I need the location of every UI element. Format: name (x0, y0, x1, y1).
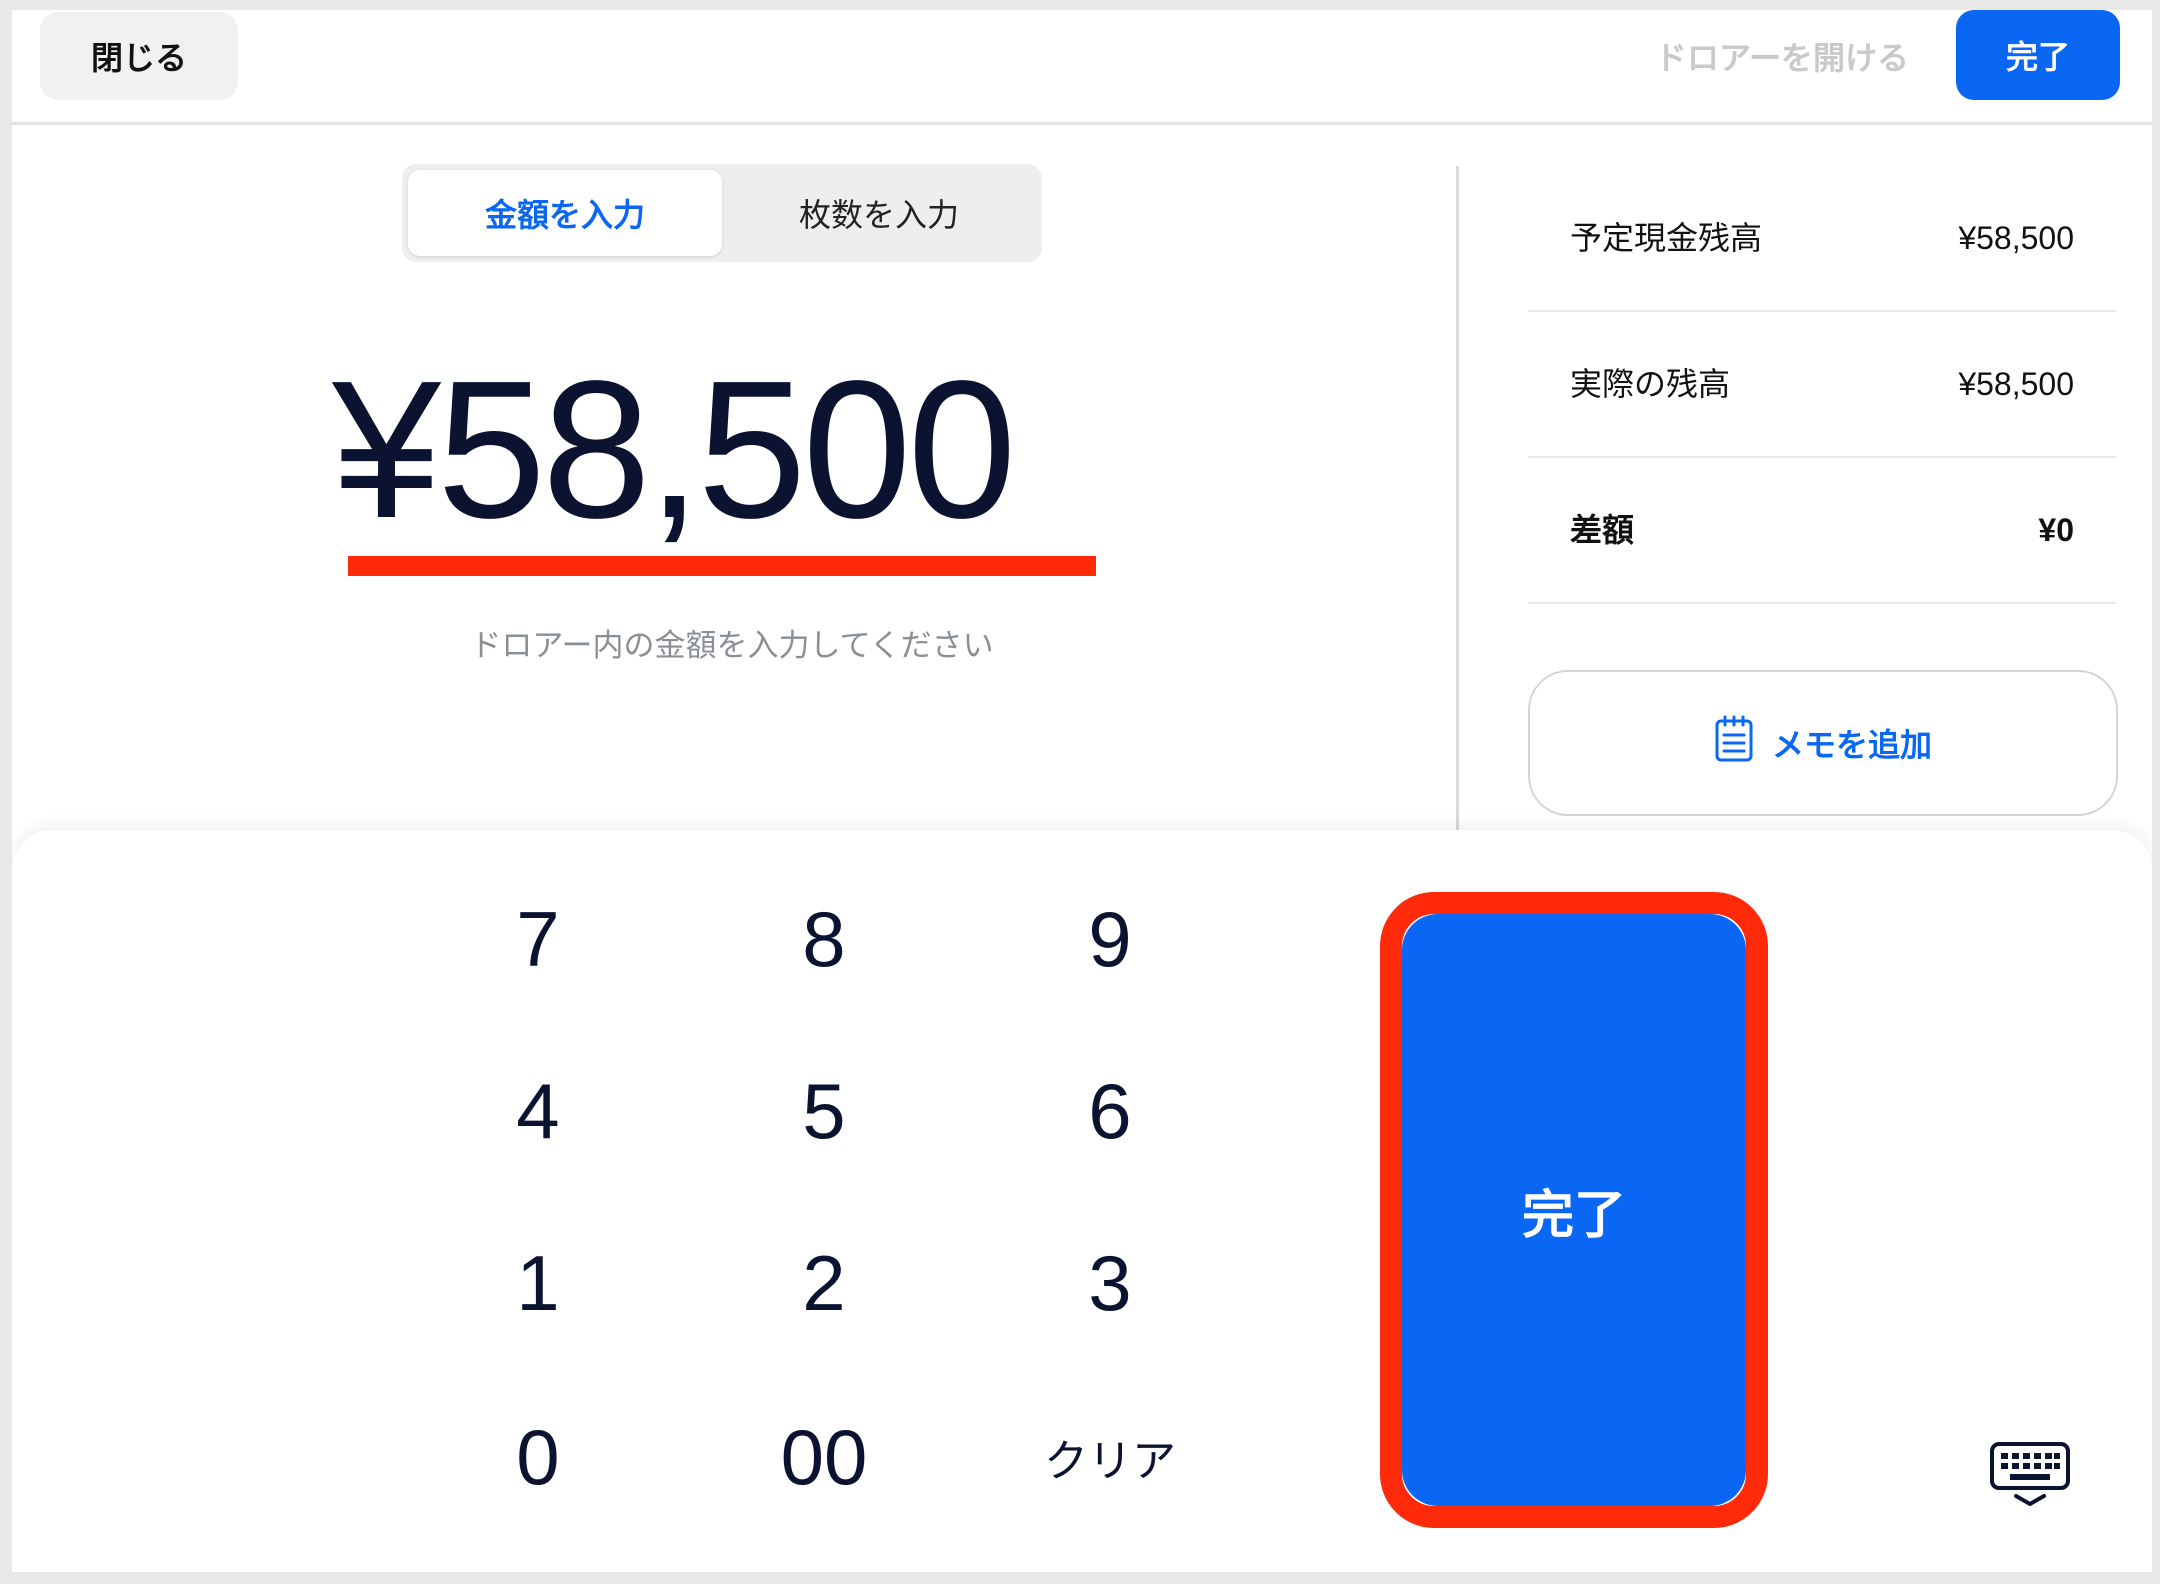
summary-value: ¥58,500 (1958, 220, 2074, 256)
drawer-count-screen: 閉じる ドロアーを開ける 完了 金額を入力 枚数を入力 ¥58,500 ドロアー… (12, 10, 2152, 1572)
open-drawer-button[interactable]: ドロアーを開ける (1632, 28, 1932, 84)
tab-enter-amount[interactable]: 金額を入力 (408, 170, 722, 256)
vertical-divider (1456, 166, 1459, 836)
summary-row-actual: 実際の残高 ¥58,500 (1528, 312, 2116, 458)
key-4[interactable]: 4 (428, 1036, 648, 1186)
amount-display: ¥58,500 (332, 340, 1017, 559)
key-2[interactable]: 2 (714, 1208, 934, 1358)
summary-row-difference: 差額 ¥0 (1528, 458, 2116, 604)
summary-label: 差額 (1570, 511, 1635, 549)
key-5[interactable]: 5 (714, 1036, 934, 1186)
key-0[interactable]: 0 (428, 1382, 648, 1532)
key-6[interactable]: 6 (1000, 1036, 1220, 1186)
input-mode-segmented-control: 金額を入力 枚数を入力 (402, 164, 1042, 262)
done-button-keypad[interactable]: 完了 (1402, 914, 1746, 1506)
summary-row-expected: 予定現金残高 ¥58,500 (1528, 166, 2116, 312)
tab-enter-count[interactable]: 枚数を入力 (722, 170, 1036, 256)
summary-label: 予定現金残高 (1570, 219, 1763, 257)
summary-value: ¥0 (2038, 512, 2074, 548)
key-1[interactable]: 1 (428, 1208, 648, 1358)
amount-highlight-underline (348, 556, 1096, 576)
amount-hint-text: ドロアー内の金額を入力してください (470, 628, 994, 664)
key-8[interactable]: 8 (714, 864, 934, 1014)
summary-value: ¥58,500 (1958, 366, 2074, 402)
numeric-keypad: 7 8 9 4 5 6 1 2 3 0 00 クリア 完了 (12, 830, 2152, 1572)
add-memo-label: メモを追加 (1771, 726, 1932, 764)
key-3[interactable]: 3 (1000, 1208, 1220, 1358)
key-00[interactable]: 00 (714, 1382, 934, 1532)
add-memo-button[interactable]: メモを追加 (1528, 670, 2118, 816)
top-bar: 閉じる ドロアーを開ける 完了 (12, 10, 2152, 125)
clear-key[interactable]: クリア (1000, 1382, 1220, 1532)
summary-label: 実際の残高 (1570, 365, 1731, 403)
key-7[interactable]: 7 (428, 864, 648, 1014)
balance-summary: 予定現金残高 ¥58,500 実際の残高 ¥58,500 差額 ¥0 (1528, 166, 2116, 604)
notepad-icon (1714, 715, 1754, 771)
close-button[interactable]: 閉じる (40, 12, 238, 100)
key-9[interactable]: 9 (1000, 864, 1220, 1014)
keyboard-hide-icon[interactable] (1988, 1440, 2072, 1510)
done-button-top[interactable]: 完了 (1956, 10, 2120, 100)
